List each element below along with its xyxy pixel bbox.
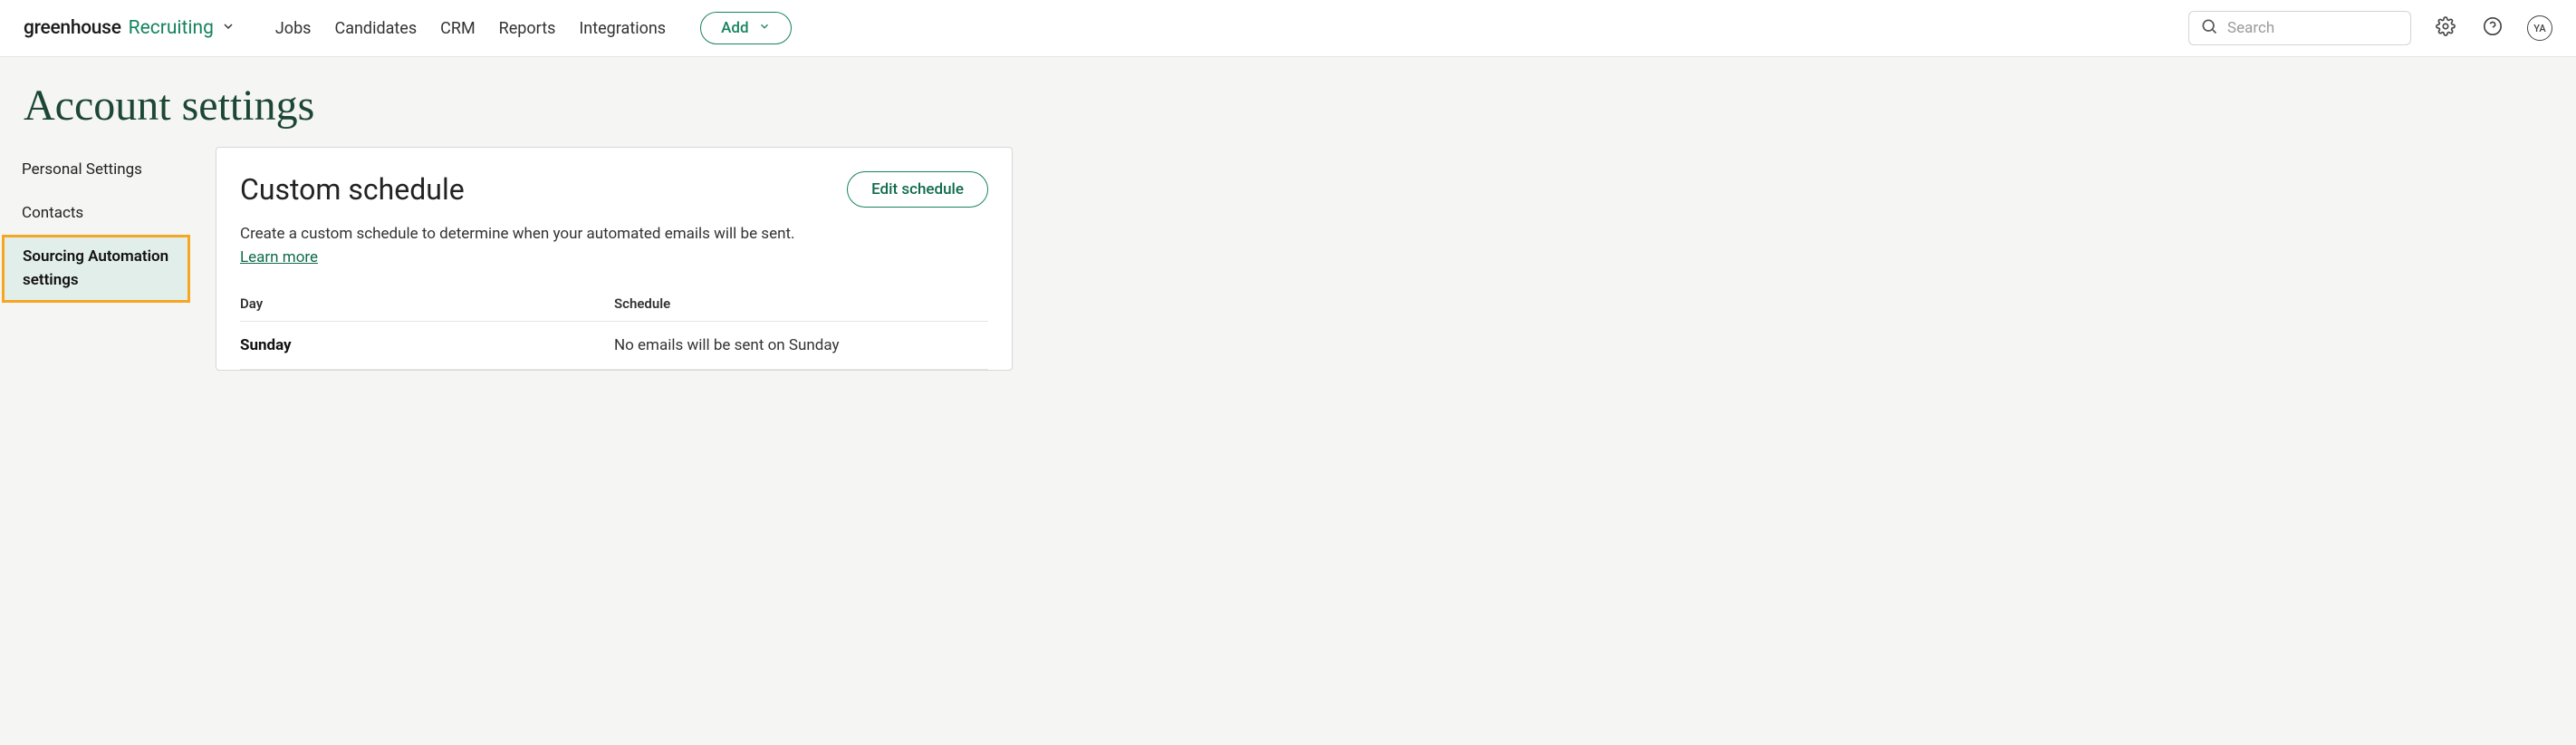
sidebar-item-sourcing-automation[interactable]: Sourcing Automation settings (2, 235, 190, 303)
top-navigation-bar: greenhouse Recruiting Jobs Candidates CR… (0, 0, 2576, 57)
sidebar-item-label: Personal Settings (22, 160, 142, 179)
sidebar-item-personal-settings[interactable]: Personal Settings (2, 149, 190, 192)
add-button[interactable]: Add (700, 12, 791, 44)
chevron-down-icon[interactable] (221, 19, 235, 37)
nav-jobs[interactable]: Jobs (275, 19, 312, 38)
sidebar-item-contacts[interactable]: Contacts (2, 192, 190, 236)
settings-sidebar: Personal Settings Contacts Sourcing Auto… (2, 140, 190, 303)
avatar-initials: YA (2533, 23, 2545, 34)
gear-icon (2436, 16, 2456, 40)
chevron-down-icon (758, 19, 771, 37)
help-button[interactable] (2480, 15, 2505, 41)
sidebar-item-label: Contacts (22, 204, 83, 222)
nav-crm[interactable]: CRM (440, 19, 476, 38)
page-title: Account settings (0, 57, 2576, 140)
schedule-table: Day Schedule Sunday No emails will be se… (240, 295, 988, 370)
search-icon (2200, 17, 2218, 39)
cell-schedule: No emails will be sent on Sunday (614, 336, 988, 354)
settings-button[interactable] (2433, 15, 2458, 41)
user-avatar[interactable]: YA (2527, 15, 2552, 41)
add-button-label: Add (721, 19, 748, 37)
sidebar-item-label: Sourcing Automation settings (23, 247, 168, 289)
nav-integrations[interactable]: Integrations (579, 19, 666, 38)
primary-nav: Jobs Candidates CRM Reports Integrations (275, 19, 666, 38)
cell-day: Sunday (240, 336, 614, 354)
panel-description-text: Create a custom schedule to determine wh… (240, 225, 795, 243)
panel-description: Create a custom schedule to determine wh… (240, 222, 988, 270)
panel-title: Custom schedule (240, 172, 465, 207)
learn-more-link[interactable]: Learn more (240, 246, 318, 269)
nav-reports[interactable]: Reports (499, 19, 556, 38)
logo[interactable]: greenhouse Recruiting (24, 17, 235, 39)
search-box[interactable] (2188, 11, 2411, 45)
table-row: Sunday No emails will be sent on Sunday (240, 322, 988, 370)
nav-candidates[interactable]: Candidates (334, 19, 417, 38)
table-header-row: Day Schedule (240, 295, 988, 322)
custom-schedule-panel: Custom schedule Edit schedule Create a c… (216, 147, 1013, 371)
logo-text-recruiting: Recruiting (129, 17, 214, 39)
search-input[interactable] (2227, 19, 2399, 37)
column-header-schedule: Schedule (614, 295, 988, 312)
logo-text-greenhouse: greenhouse (24, 17, 121, 39)
edit-schedule-button[interactable]: Edit schedule (847, 171, 988, 208)
help-icon (2483, 16, 2503, 40)
column-header-day: Day (240, 295, 614, 312)
